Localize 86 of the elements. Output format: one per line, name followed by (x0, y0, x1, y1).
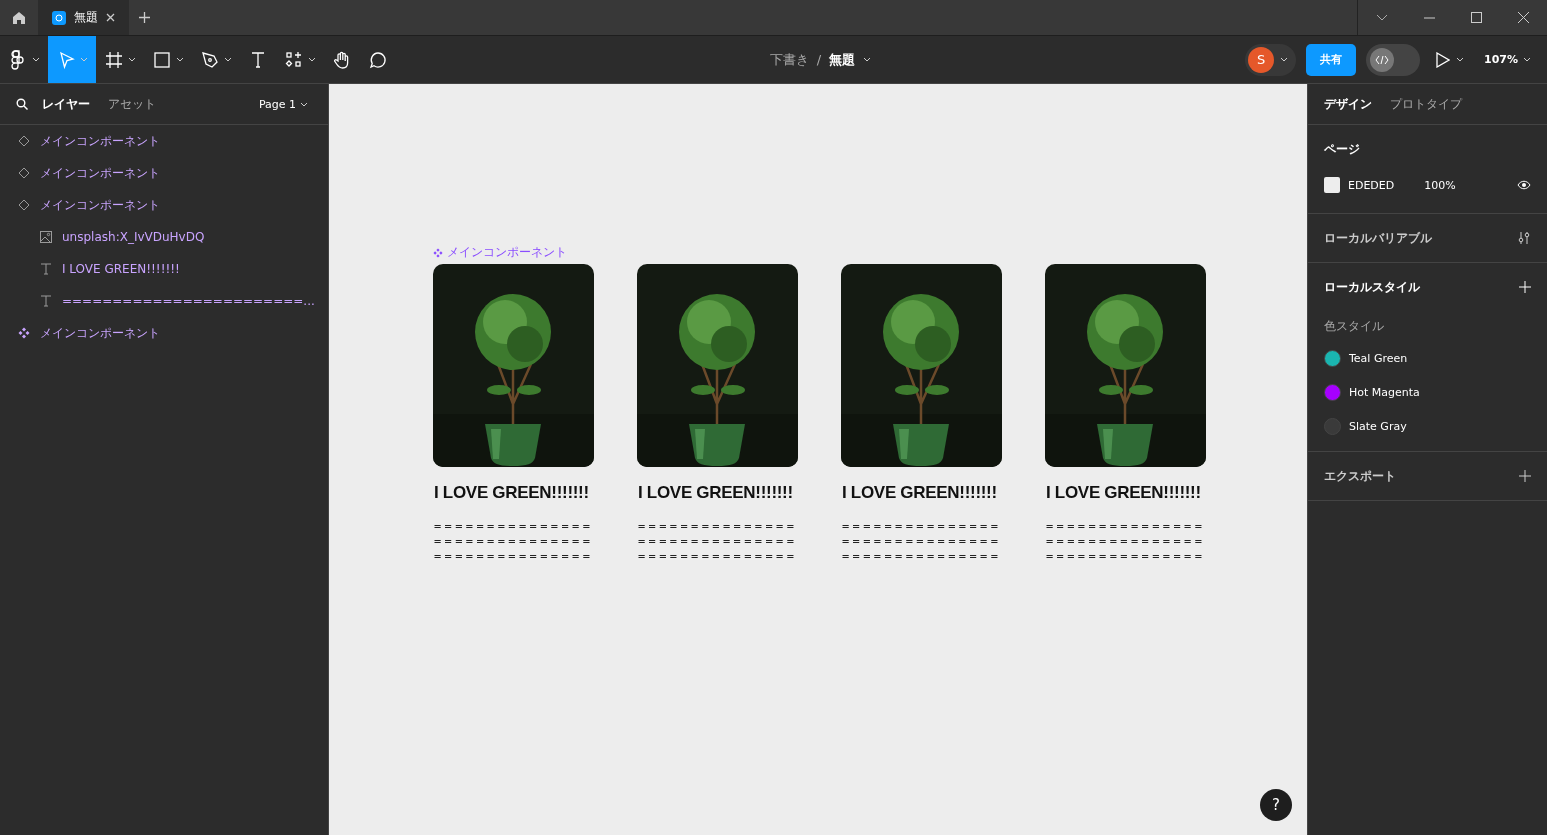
frame-icon (104, 49, 124, 70)
card-title: I LOVE GREEN!!!!!!! (842, 483, 998, 503)
pen-icon (200, 49, 220, 70)
section-title: エクスポート (1324, 467, 1396, 485)
file-icon (52, 10, 66, 25)
dev-mode-toggle[interactable] (1366, 43, 1420, 76)
search-icon[interactable] (16, 98, 28, 110)
card-text-line: =============== (1046, 549, 1206, 564)
color-style-name[interactable]: Hot Magenta (1349, 385, 1420, 399)
card-text-line: =============== (842, 519, 1002, 534)
chevron-icon (128, 57, 136, 62)
layer-name[interactable]: メインコンポーネント (40, 164, 160, 182)
home-icon[interactable] (12, 10, 26, 25)
opacity-value[interactable]: 100% (1424, 178, 1517, 192)
diamond-icon (18, 199, 30, 211)
chevron-icon (1523, 57, 1531, 62)
card-text-line: =============== (434, 519, 594, 534)
card-text-line: =============== (638, 519, 798, 534)
section-title: ローカルスタイル (1324, 278, 1420, 296)
text-icon (40, 263, 52, 275)
layer-name[interactable]: メインコンポーネント (40, 324, 160, 342)
page-selector[interactable]: Page 1 (252, 96, 314, 112)
play-icon[interactable] (1436, 51, 1450, 68)
minimize-icon[interactable] (1424, 16, 1435, 19)
speech-bubble-icon (368, 49, 388, 70)
text-icon (40, 295, 52, 307)
card-text-line: =============== (434, 534, 594, 549)
image-icon (40, 231, 52, 243)
section-title[interactable]: ローカルバリアブル (1324, 229, 1432, 247)
color-style-name[interactable]: Slate Gray (1349, 419, 1407, 433)
help-button[interactable]: ? (1260, 789, 1292, 821)
maximize-icon[interactable] (1471, 12, 1482, 23)
card-text-line: =============== (434, 549, 594, 564)
close-icon[interactable] (106, 13, 115, 22)
square-icon (152, 49, 172, 70)
code-icon (1375, 54, 1389, 65)
layer-name[interactable]: メインコンポーネント (40, 132, 160, 150)
sliders-icon[interactable] (1517, 231, 1531, 245)
eye-icon[interactable] (1517, 180, 1531, 190)
card-text-line: =============== (842, 534, 1002, 549)
close-icon[interactable] (1518, 12, 1529, 23)
chevron-icon (300, 101, 308, 107)
diamond-icon (18, 167, 30, 179)
section-title: ページ (1324, 140, 1360, 158)
card-title: I LOVE GREEN!!!!!!! (1046, 483, 1202, 503)
chevron-icon (863, 57, 872, 62)
layer-name[interactable]: I LOVE GREEN!!!!!!! (62, 262, 180, 276)
chevron-icon (80, 57, 88, 62)
chevron-icon (1456, 57, 1464, 62)
subsection-label: 色スタイル (1324, 317, 1385, 335)
separator: / (816, 52, 822, 67)
panel-tab[interactable]: プロトタイプ (1386, 95, 1466, 113)
color-swatch[interactable] (1324, 177, 1340, 193)
component-icon (433, 247, 443, 258)
card-text-line: =============== (842, 549, 1002, 564)
user-avatar[interactable]: S (1248, 46, 1274, 73)
plus-icon[interactable] (138, 12, 150, 23)
chevron-icon (176, 57, 184, 62)
file-name[interactable]: 無題 (829, 50, 856, 69)
card-title: I LOVE GREEN!!!!!!! (638, 483, 794, 503)
card-text-line: =============== (1046, 534, 1206, 549)
chevron-icon (1280, 57, 1288, 62)
folder-name[interactable]: 下書き (769, 50, 809, 69)
panel-tab[interactable]: アセット (104, 95, 160, 113)
chevron-icon (32, 57, 40, 62)
chevron-icon (224, 57, 232, 62)
layer-name[interactable]: メインコンポーネント (40, 196, 160, 214)
shapes-icon (284, 49, 304, 70)
card-text-line: =============== (638, 549, 798, 564)
chevron-icon (308, 57, 316, 62)
component-icon (18, 327, 30, 339)
color-style-name[interactable]: Teal Green (1349, 351, 1408, 365)
panel-tab[interactable]: デザイン (1320, 95, 1376, 113)
layer-name[interactable]: unsplash:X_IvVDuHvDQ (62, 230, 205, 244)
file-tab[interactable]: 無題 (38, 0, 129, 35)
color-value[interactable]: EDEDED (1348, 178, 1395, 192)
plus-icon[interactable] (1519, 470, 1531, 482)
layer-name[interactable]: ========================... (62, 294, 315, 308)
component-label[interactable]: メインコンポーネント (447, 244, 567, 261)
chevron-icon[interactable] (1376, 14, 1388, 21)
card-text-line: =============== (1046, 519, 1206, 534)
panel-tab[interactable]: レイヤー (38, 95, 94, 113)
card-text-line: =============== (638, 534, 798, 549)
card-title: I LOVE GREEN!!!!!!! (434, 483, 590, 503)
zoom-level[interactable]: 107% (1484, 53, 1518, 66)
diamond-icon (18, 135, 30, 147)
